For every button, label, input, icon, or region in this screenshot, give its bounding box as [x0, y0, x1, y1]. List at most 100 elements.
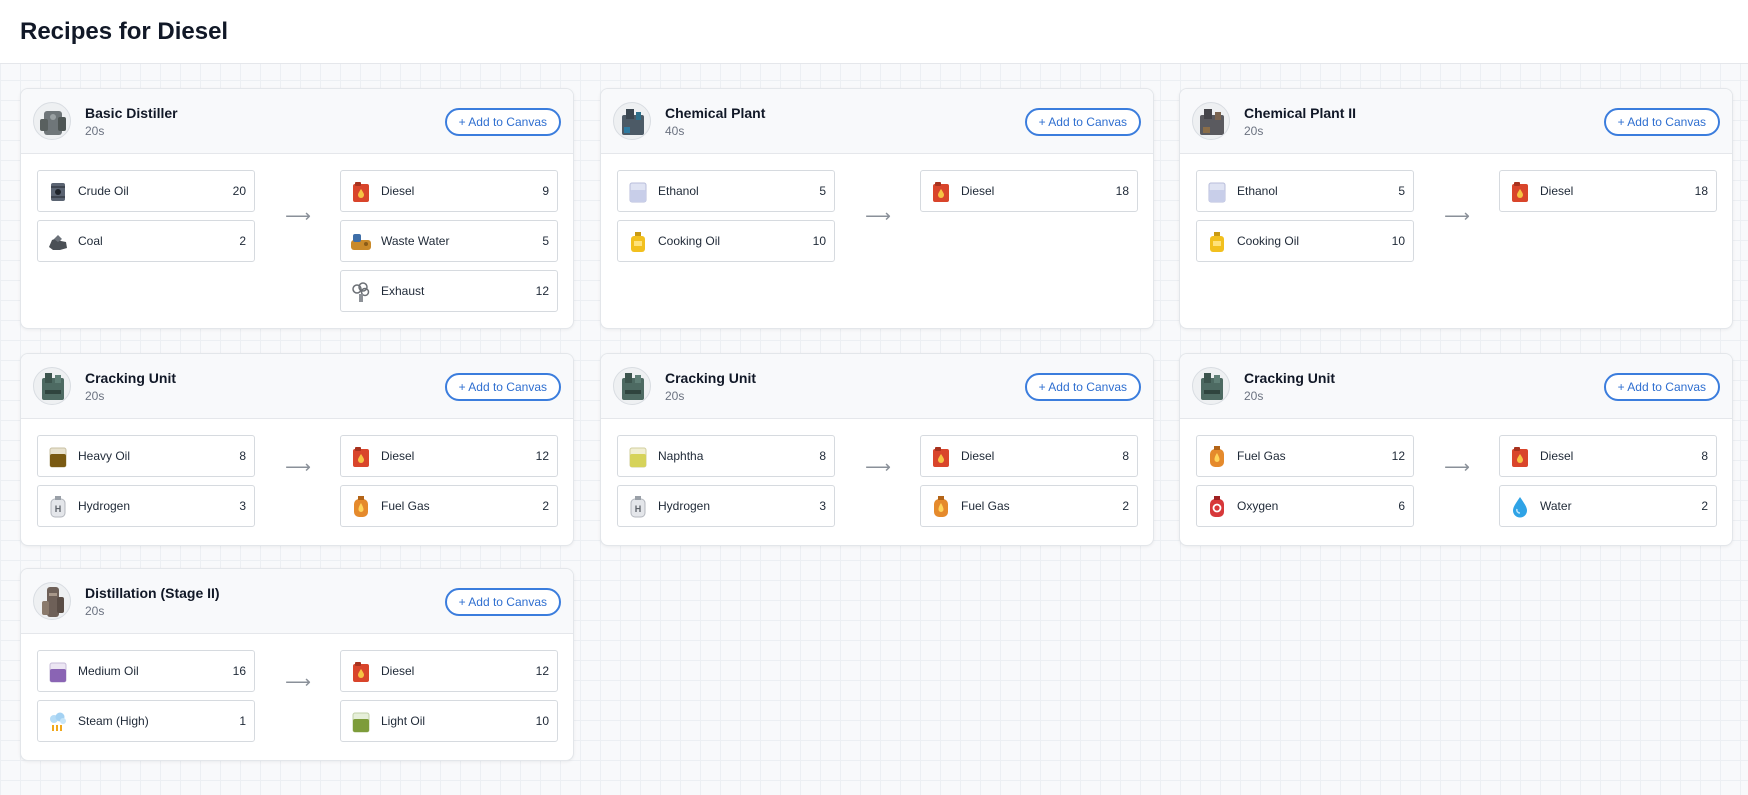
- item-name: Oxygen: [1237, 499, 1279, 513]
- crude-oil-icon: [46, 180, 70, 204]
- diesel-icon: [349, 660, 373, 684]
- exhaust-icon: [349, 280, 373, 304]
- item-name: Naphtha: [658, 449, 704, 463]
- output-item[interactable]: Diesel 18: [920, 170, 1138, 212]
- craft-time: 20s: [1244, 389, 1264, 403]
- item-name: Fuel Gas: [961, 499, 1010, 513]
- output-item[interactable]: Waste Water 5: [340, 220, 558, 262]
- outputs-column: Diesel 8 Fuel Gas 2: [920, 435, 1138, 535]
- outputs-column: Diesel 9 Waste Water 5 Exhaust 12: [340, 170, 558, 320]
- output-item[interactable]: Diesel 18: [1499, 170, 1717, 212]
- outputs-column: Diesel 8 Water 2: [1499, 435, 1717, 535]
- recipe-card-header: Cracking Unit 20s + Add to Canvas: [1180, 354, 1732, 419]
- craft-time: 20s: [85, 604, 105, 618]
- output-item[interactable]: Fuel Gas 2: [340, 485, 558, 527]
- cracking-unit-icon: [1192, 367, 1230, 405]
- item-quantity: 12: [1391, 449, 1405, 463]
- item-name: Hydrogen: [78, 499, 131, 513]
- craft-time: 20s: [1244, 124, 1264, 138]
- output-item[interactable]: Exhaust 12: [340, 270, 558, 312]
- recipe-card: Basic Distiller 20s + Add to Canvas Crude O…: [20, 88, 574, 329]
- input-item[interactable]: Steam (High) 1: [37, 700, 255, 742]
- inputs-column: Crude Oil 20 Coal 2: [37, 170, 255, 270]
- add-to-canvas-button[interactable]: + Add to Canvas: [1603, 108, 1720, 136]
- item-name: Diesel: [1540, 449, 1574, 463]
- machine-name: Chemical Plant: [665, 105, 766, 121]
- item-quantity: 8: [1122, 449, 1129, 463]
- input-item[interactable]: Oxygen 6: [1196, 485, 1414, 527]
- item-name: Diesel: [381, 184, 415, 198]
- item-quantity: 8: [1701, 449, 1708, 463]
- arrow-icon: ⟶: [285, 206, 311, 226]
- output-item[interactable]: Diesel 9: [340, 170, 558, 212]
- item-quantity: 9: [542, 184, 549, 198]
- item-quantity: 2: [1122, 499, 1129, 513]
- inputs-column: Fuel Gas 12 Oxygen 6: [1196, 435, 1414, 535]
- output-item[interactable]: Diesel 8: [1499, 435, 1717, 477]
- craft-time: 40s: [665, 124, 685, 138]
- input-item[interactable]: H Hydrogen 3: [617, 485, 835, 527]
- item-name: Diesel: [961, 449, 995, 463]
- output-item[interactable]: Diesel 12: [340, 650, 558, 692]
- add-to-canvas-button[interactable]: + Add to Canvas: [444, 108, 561, 136]
- diesel-icon: [349, 180, 373, 204]
- outputs-column: Diesel 18: [1499, 170, 1717, 220]
- input-item[interactable]: Fuel Gas 12: [1196, 435, 1414, 477]
- item-name: Diesel: [381, 664, 415, 678]
- item-quantity: 12: [535, 449, 549, 463]
- input-item[interactable]: Heavy Oil 8: [37, 435, 255, 477]
- page-header: Recipes for Diesel: [0, 0, 1748, 64]
- output-item[interactable]: Diesel 12: [340, 435, 558, 477]
- waste-water-icon: [349, 230, 373, 254]
- input-item[interactable]: Ethanol 5: [1196, 170, 1414, 212]
- recipe-card: Chemical Plant II 20s + Add to Canvas Ethan…: [1179, 88, 1733, 329]
- input-item[interactable]: Coal 2: [37, 220, 255, 262]
- light-oil-icon: [349, 710, 373, 734]
- page-title: Recipes for Diesel: [20, 18, 229, 45]
- recipe-card: Chemical Plant 40s + Add to Canvas Ethanol 5…: [600, 88, 1154, 329]
- input-item[interactable]: H Hydrogen 3: [37, 485, 255, 527]
- item-name: Medium Oil: [78, 664, 139, 678]
- svg-text:H: H: [55, 504, 62, 514]
- arrow-icon: ⟶: [865, 457, 891, 477]
- item-name: Light Oil: [381, 714, 426, 728]
- arrow-icon: ⟶: [285, 457, 311, 477]
- medium-oil-icon: [46, 660, 70, 684]
- add-to-canvas-button[interactable]: + Add to Canvas: [1024, 108, 1141, 136]
- item-quantity: 8: [239, 449, 246, 463]
- input-item[interactable]: Cooking Oil 10: [1196, 220, 1414, 262]
- input-item[interactable]: Ethanol 5: [617, 170, 835, 212]
- diesel-icon: [1508, 445, 1532, 469]
- item-quantity: 18: [1115, 184, 1129, 198]
- input-item[interactable]: Cooking Oil 10: [617, 220, 835, 262]
- craft-time: 20s: [665, 389, 685, 403]
- naphtha-icon: [626, 445, 650, 469]
- recipe-card-header: Chemical Plant II 20s + Add to Canvas: [1180, 89, 1732, 154]
- item-quantity: 5: [542, 234, 549, 248]
- item-quantity: 5: [819, 184, 826, 198]
- add-to-canvas-button[interactable]: + Add to Canvas: [444, 588, 561, 616]
- output-item[interactable]: Fuel Gas 2: [920, 485, 1138, 527]
- item-name: Hydrogen: [658, 499, 711, 513]
- add-to-canvas-button[interactable]: + Add to Canvas: [1024, 373, 1141, 401]
- add-to-canvas-button[interactable]: + Add to Canvas: [1603, 373, 1720, 401]
- item-name: Diesel: [1540, 184, 1574, 198]
- add-to-canvas-button[interactable]: + Add to Canvas: [444, 373, 561, 401]
- item-name: Ethanol: [658, 184, 699, 198]
- item-quantity: 3: [239, 499, 246, 513]
- output-item[interactable]: Diesel 8: [920, 435, 1138, 477]
- basic-distiller-icon: [33, 102, 71, 140]
- input-item[interactable]: Crude Oil 20: [37, 170, 255, 212]
- heavy-oil-icon: [46, 445, 70, 469]
- input-item[interactable]: Naphtha 8: [617, 435, 835, 477]
- hydrogen-icon: H: [46, 495, 70, 519]
- output-item[interactable]: Water 2: [1499, 485, 1717, 527]
- arrow-icon: ⟶: [1444, 457, 1470, 477]
- input-item[interactable]: Medium Oil 16: [37, 650, 255, 692]
- output-item[interactable]: Light Oil 10: [340, 700, 558, 742]
- diesel-icon: [1508, 180, 1532, 204]
- oxygen-icon: [1205, 495, 1229, 519]
- item-quantity: 12: [535, 284, 549, 298]
- item-quantity: 18: [1694, 184, 1708, 198]
- item-name: Water: [1540, 499, 1572, 513]
